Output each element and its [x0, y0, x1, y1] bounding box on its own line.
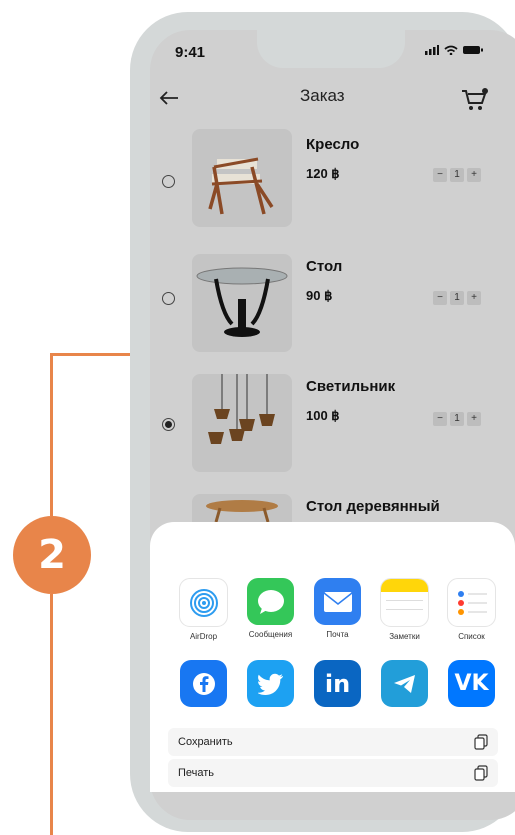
- annotation-line: [50, 594, 53, 835]
- increase-button[interactable]: +: [467, 291, 481, 305]
- annotation-line: [50, 353, 53, 516]
- airdrop-icon: [179, 578, 228, 627]
- annotation-line: [50, 353, 132, 356]
- telegram-icon: [381, 660, 428, 707]
- status-icons: [425, 45, 483, 55]
- item-price: 120 ฿: [306, 166, 340, 181]
- item-name: Стол деревянный: [306, 498, 440, 515]
- app-label: Список: [458, 632, 485, 641]
- back-arrow-icon[interactable]: [158, 88, 180, 108]
- share-social-row: in VK: [170, 660, 505, 707]
- product-thumbnail: [192, 374, 292, 472]
- share-twitter[interactable]: [237, 660, 304, 707]
- share-linkedin[interactable]: in: [304, 660, 371, 707]
- wooden-table-image: [206, 500, 278, 522]
- app-label: Почта: [326, 630, 349, 639]
- action-label: Печать: [178, 767, 215, 779]
- share-app-messages[interactable]: Сообщения: [237, 578, 304, 641]
- item-radio[interactable]: [162, 292, 175, 305]
- lamp-image: [208, 374, 275, 444]
- copy-icon: [474, 765, 488, 781]
- decrease-button[interactable]: −: [433, 168, 447, 182]
- app-label: Сообщения: [248, 630, 293, 639]
- share-app-reminders[interactable]: Список: [438, 578, 505, 641]
- item-price: 90 ฿: [306, 288, 333, 303]
- item-name: Кресло: [306, 136, 360, 153]
- item-name: Стол: [306, 258, 343, 275]
- twitter-icon: [247, 660, 294, 707]
- status-time: 9:41: [175, 44, 206, 61]
- annotation-badge: 2: [13, 516, 91, 594]
- share-app-airdrop[interactable]: AirDrop: [170, 578, 237, 641]
- wifi-icon: [444, 45, 458, 55]
- notes-icon: [380, 578, 429, 627]
- linkedin-icon: in: [314, 660, 361, 707]
- app-label: AirDrop: [189, 632, 218, 641]
- increase-button[interactable]: +: [467, 168, 481, 182]
- quantity-value: 1: [450, 168, 464, 182]
- share-app-mail[interactable]: Почта: [304, 578, 371, 641]
- decrease-button[interactable]: −: [433, 412, 447, 426]
- decrease-button[interactable]: −: [433, 291, 447, 305]
- signal-icon: [425, 45, 439, 55]
- mail-icon: [314, 578, 361, 625]
- share-facebook[interactable]: [170, 660, 237, 707]
- product-thumbnail: [192, 494, 292, 522]
- phone-notch: [257, 28, 405, 68]
- cart-icon[interactable]: [460, 86, 490, 112]
- quantity-value: 1: [450, 412, 464, 426]
- share-apps-row: AirDrop Сообщения Почта Заметки Список: [170, 578, 505, 641]
- chair-image: [208, 157, 274, 215]
- product-thumbnail: [192, 254, 292, 352]
- vk-icon: VK: [448, 660, 495, 707]
- messages-icon: [247, 578, 294, 625]
- quantity-value: 1: [450, 291, 464, 305]
- item-price: 100 ฿: [306, 408, 340, 423]
- battery-icon: [463, 46, 483, 54]
- save-action[interactable]: Сохранить: [168, 728, 498, 756]
- app-label: Заметки: [389, 632, 420, 641]
- facebook-icon: [180, 660, 227, 707]
- print-action[interactable]: Печать: [168, 759, 498, 787]
- quantity-stepper: − 1 +: [433, 291, 481, 305]
- product-thumbnail: [192, 129, 292, 227]
- reminders-icon: [447, 578, 496, 627]
- table-image: [196, 267, 288, 337]
- share-vk[interactable]: VK: [438, 660, 505, 707]
- quantity-stepper: − 1 +: [433, 168, 481, 182]
- action-label: Сохранить: [178, 736, 233, 748]
- item-name: Светильник: [306, 378, 396, 395]
- increase-button[interactable]: +: [467, 412, 481, 426]
- copy-icon: [474, 734, 488, 750]
- item-radio[interactable]: [162, 175, 175, 188]
- page-title: Заказ: [300, 86, 345, 105]
- share-telegram[interactable]: [371, 660, 438, 707]
- quantity-stepper: − 1 +: [433, 412, 481, 426]
- item-radio-selected[interactable]: [162, 418, 175, 431]
- share-app-notes[interactable]: Заметки: [371, 578, 438, 641]
